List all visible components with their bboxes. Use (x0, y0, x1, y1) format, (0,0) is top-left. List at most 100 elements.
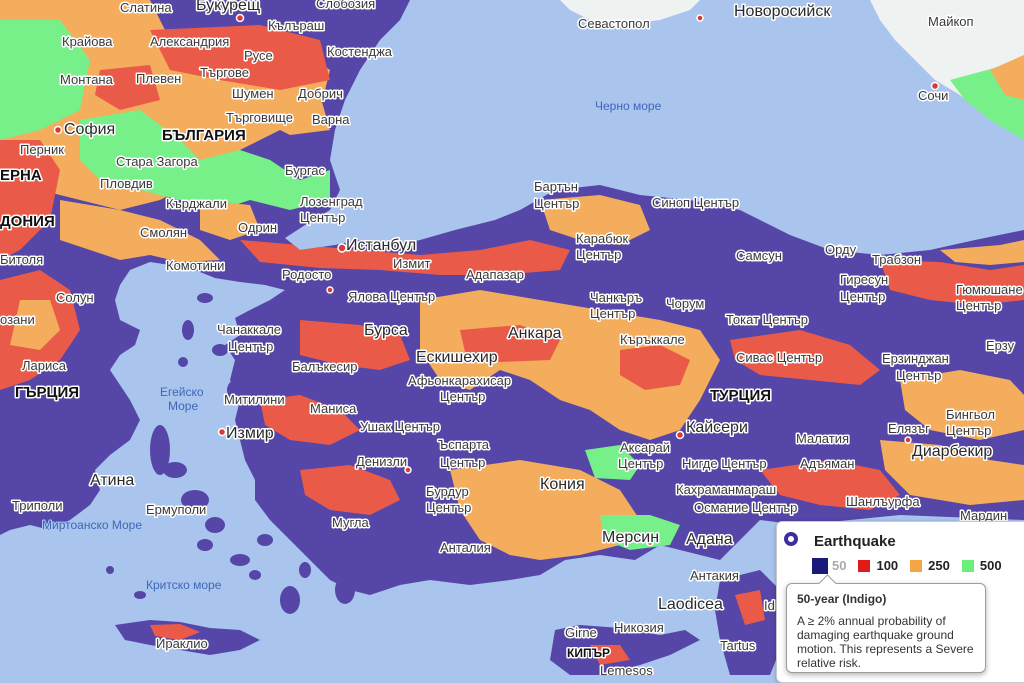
city-label: Карабюк (576, 231, 628, 246)
city-label: Букурещ (196, 0, 260, 14)
city-label: Чанкъръ (590, 290, 642, 305)
city-label: Плевен (136, 71, 181, 86)
city-label: Новоросийск (734, 3, 831, 20)
legend-level-100[interactable]: 100 (876, 558, 898, 573)
city-label: Сивас Център (736, 350, 822, 365)
city-label: Гюмюшане (956, 282, 1023, 297)
city-label: Смолян (140, 225, 187, 240)
city-label: Център (440, 455, 485, 470)
city-label: Център (956, 298, 1001, 313)
city-label: Бурдур (426, 484, 469, 499)
city-label: Османие Център (694, 500, 797, 515)
city-label: Диарбекир (912, 443, 992, 460)
city-label: Център (618, 456, 663, 471)
city-label: Трабзон (872, 252, 921, 267)
city-label: Id (764, 598, 775, 613)
legend-level-500[interactable]: 500 (980, 558, 1002, 573)
city-label: Girne (565, 625, 597, 640)
city-label: Кония (540, 476, 585, 493)
sea-label-aegean-2: Море (168, 399, 198, 413)
city-label: Бартън (534, 179, 578, 194)
city-label: Слатина (120, 0, 172, 15)
country-label-macedonia-2: ДОНИЯ (0, 213, 55, 230)
country-label-turkey: ТУРЦИЯ (710, 387, 771, 404)
city-label: Пловдив (100, 176, 153, 191)
city-label: Мерсин (602, 529, 659, 546)
city-label: Никозия (614, 620, 664, 635)
city-label: Лозенград (300, 194, 363, 209)
city-label: Шанлъурфа (846, 494, 920, 509)
city-label: Ъспарта (438, 437, 490, 452)
city-label: Севастопол (578, 16, 650, 31)
city-label: Монтана (60, 72, 114, 87)
city-label: Кахраманмараш (676, 482, 776, 497)
legend-swatch-100[interactable] (858, 559, 871, 572)
city-label: Атина (90, 472, 134, 489)
city-label: Център (590, 306, 635, 321)
country-label-greece: ГЪРЦИЯ (15, 384, 79, 401)
sea-label-myrtoan: Миртоанско Море (42, 518, 142, 532)
sea-label-black-sea: Черно море (595, 99, 662, 113)
city-label: Майкоп (928, 14, 974, 29)
city-label: Варна (312, 112, 350, 127)
city-label: Бургас (285, 163, 326, 178)
city-label: Денизли (356, 454, 407, 469)
city-label: Измит (393, 256, 431, 271)
country-label-cyprus: КИПЪР (567, 646, 610, 660)
city-label: Адапазар (466, 267, 524, 282)
city-label: Lemesos (600, 663, 653, 675)
city-label: Маниса (310, 401, 357, 416)
legend-swatch-250[interactable] (910, 559, 923, 572)
city-label: Чорум (666, 296, 704, 311)
city-label: Солун (56, 290, 94, 305)
city-label: Синоп Център (652, 195, 739, 210)
city-label: Кълъраш (268, 18, 324, 33)
city-label: Анкара (508, 325, 562, 342)
city-label: Битоля (0, 252, 43, 267)
city-label: Център (534, 196, 579, 211)
tooltip-body: A ≥ 2% annual probability of damaging ea… (797, 614, 974, 670)
city-label: Мугла (332, 515, 370, 530)
city-label: Антакия (690, 568, 739, 583)
city-label: Къръккале (620, 332, 685, 347)
city-label: Ескишехир (416, 349, 498, 366)
city-label: Малатия (796, 431, 849, 446)
city-label: Бурса (364, 322, 408, 339)
city-label: Адана (686, 531, 733, 548)
city-label: Ерзинджан (882, 351, 949, 366)
city-label: Стара Загора (116, 154, 198, 169)
city-label: Нигде Център (682, 456, 767, 471)
legend-title: Earthquake (814, 533, 896, 550)
city-label: озани (0, 312, 35, 327)
city-label: Александрия (150, 34, 229, 49)
city-label: Измир (226, 425, 274, 442)
city-label: Орду (825, 242, 857, 257)
city-label: Център (228, 339, 273, 354)
legend-swatch-50[interactable] (812, 557, 828, 574)
city-label: Ялова Център (348, 289, 435, 304)
city-label: Център (576, 247, 621, 262)
city-label: Русе (244, 48, 273, 63)
city-label: Център (896, 368, 941, 383)
city-label: Ермуполи (146, 502, 206, 517)
legend-swatch-500[interactable] (961, 559, 974, 572)
city-label: Чанаккале (217, 322, 281, 337)
city-label: Ерзу (986, 338, 1015, 353)
city-label: Център (946, 423, 991, 438)
legend-level-250[interactable]: 250 (928, 558, 950, 573)
city-label: Кърджали (166, 196, 227, 211)
city-label: Слобозия (316, 0, 375, 11)
legend-level-50[interactable]: 50 (832, 558, 846, 573)
city-label: Лариса (22, 358, 67, 373)
city-label: Костенджа (327, 44, 393, 59)
city-label: Шумен (232, 86, 274, 101)
layer-radio-button[interactable] (784, 532, 798, 546)
city-label: Център (300, 210, 345, 225)
city-label: Самсун (736, 248, 782, 263)
city-label: Laodicea (658, 596, 723, 613)
sea-label-cretan: Критско море (146, 578, 222, 592)
city-label: Аксарай (620, 440, 670, 455)
city-label: Перник (20, 142, 64, 157)
tooltip-title: 50-year (Indigo) (797, 592, 887, 606)
city-label: Добрич (298, 86, 343, 101)
